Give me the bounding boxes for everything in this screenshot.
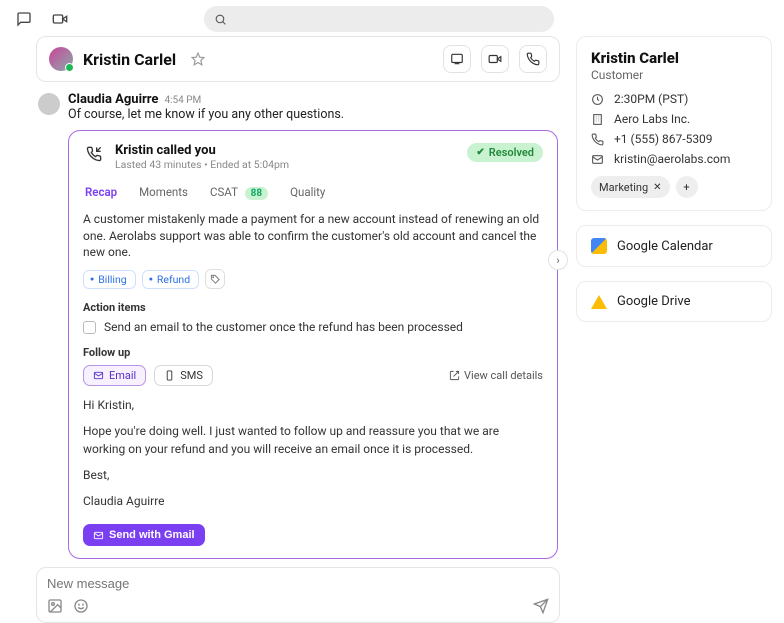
tab-moments[interactable]: Moments <box>137 183 190 201</box>
incoming-call-icon <box>83 143 105 165</box>
profile-company: Aero Labs Inc. <box>614 112 690 126</box>
message-composer <box>36 567 560 623</box>
action-item-text: Send an email to the customer once the r… <box>104 320 463 334</box>
avatar <box>49 47 73 71</box>
draft-body: Hope you're doing well. I just wanted to… <box>83 422 543 458</box>
building-icon <box>591 113 606 126</box>
send-icon[interactable] <box>533 598 549 614</box>
integration-label: Google Calendar <box>617 239 713 254</box>
send-with-gmail-button[interactable]: Send with Gmail <box>83 524 205 546</box>
action-items-heading: Action items <box>83 301 543 314</box>
message-time: 4:54 PM <box>164 95 201 106</box>
profile-time: 2:30PM (PST) <box>614 92 688 106</box>
chat-icon[interactable] <box>12 7 36 31</box>
draft-greeting: Hi Kristin, <box>83 396 543 414</box>
draft-signature: Claudia Aguirre <box>83 492 543 510</box>
view-call-details-label: View call details <box>464 369 543 382</box>
conversation-header: Kristin Carlel <box>36 36 560 82</box>
tag-billing[interactable]: Billing <box>83 270 136 289</box>
profile-name: Kristin Carlel <box>591 49 757 67</box>
google-drive-icon <box>591 295 607 309</box>
call-summary-text: A customer mistakenly made a payment for… <box>83 211 543 261</box>
star-icon[interactable] <box>186 47 210 71</box>
profile-email: kristin@aerolabs.com <box>614 152 730 166</box>
remove-tag-icon[interactable]: ✕ <box>653 182 661 193</box>
tag-refund[interactable]: Refund <box>142 270 199 289</box>
avatar <box>38 93 60 115</box>
phone-icon <box>591 133 606 146</box>
tab-csat-label: CSAT <box>210 185 238 199</box>
followup-option-email[interactable]: Email <box>83 365 146 386</box>
message-author: Claudia Aguirre <box>68 92 158 107</box>
add-profile-tag-button[interactable]: + <box>676 176 698 198</box>
message-row: Claudia Aguirre 4:54 PM Of course, let m… <box>36 92 560 567</box>
integration-label: Google Drive <box>617 294 690 309</box>
composer-input[interactable] <box>47 576 549 591</box>
video-call-icon[interactable] <box>481 45 509 73</box>
message-body: Of course, let me know if you any other … <box>68 107 558 124</box>
profile-role: Customer <box>591 68 757 82</box>
send-button-label: Send with Gmail <box>109 529 195 541</box>
followup-option-sms[interactable]: SMS <box>154 365 213 386</box>
action-item-checkbox[interactable] <box>83 321 96 334</box>
collapse-sidebar-button[interactable]: › <box>548 250 568 270</box>
view-call-details-link[interactable]: View call details <box>449 369 543 382</box>
search-input[interactable] <box>204 6 554 32</box>
followup-sms-label: SMS <box>180 369 203 382</box>
phone-call-icon[interactable] <box>519 45 547 73</box>
call-subtitle: Lasted 43 minutes • Ended at 5:04pm <box>115 158 289 171</box>
tab-quality[interactable]: Quality <box>288 183 327 201</box>
call-title: Kristin called you <box>115 143 289 158</box>
emoji-icon[interactable] <box>73 598 89 614</box>
video-icon[interactable] <box>48 7 72 31</box>
tab-recap[interactable]: Recap <box>83 183 119 201</box>
action-item: Send an email to the customer once the r… <box>83 320 543 334</box>
tab-csat[interactable]: CSAT 88 <box>208 183 270 201</box>
conversation-contact-name: Kristin Carlel <box>83 50 176 69</box>
integration-google-drive[interactable]: Google Drive <box>576 281 772 322</box>
mail-icon <box>591 153 606 166</box>
clock-icon <box>591 93 606 106</box>
profile-tag-marketing[interactable]: Marketing ✕ <box>591 176 670 198</box>
follow-up-heading: Follow up <box>83 346 543 359</box>
followup-email-label: Email <box>109 369 136 382</box>
call-summary-card: Kristin called you Lasted 43 minutes • E… <box>68 130 558 559</box>
add-tag-button[interactable] <box>205 269 225 289</box>
profile-tag-label: Marketing <box>599 181 648 194</box>
followup-draft: Hi Kristin, Hope you're doing well. I ju… <box>83 396 543 510</box>
google-calendar-icon <box>591 238 607 254</box>
csat-score-badge: 88 <box>245 187 268 200</box>
integration-google-calendar[interactable]: Google Calendar <box>576 225 772 267</box>
draft-signoff: Best, <box>83 466 543 484</box>
status-badge: Resolved <box>467 143 543 162</box>
profile-phone: +1 (555) 867-5309 <box>614 132 713 146</box>
contact-profile-card: Kristin Carlel Customer 2:30PM (PST) Aer… <box>576 36 772 211</box>
attach-image-icon[interactable] <box>47 598 63 614</box>
screenshare-icon[interactable] <box>443 45 471 73</box>
